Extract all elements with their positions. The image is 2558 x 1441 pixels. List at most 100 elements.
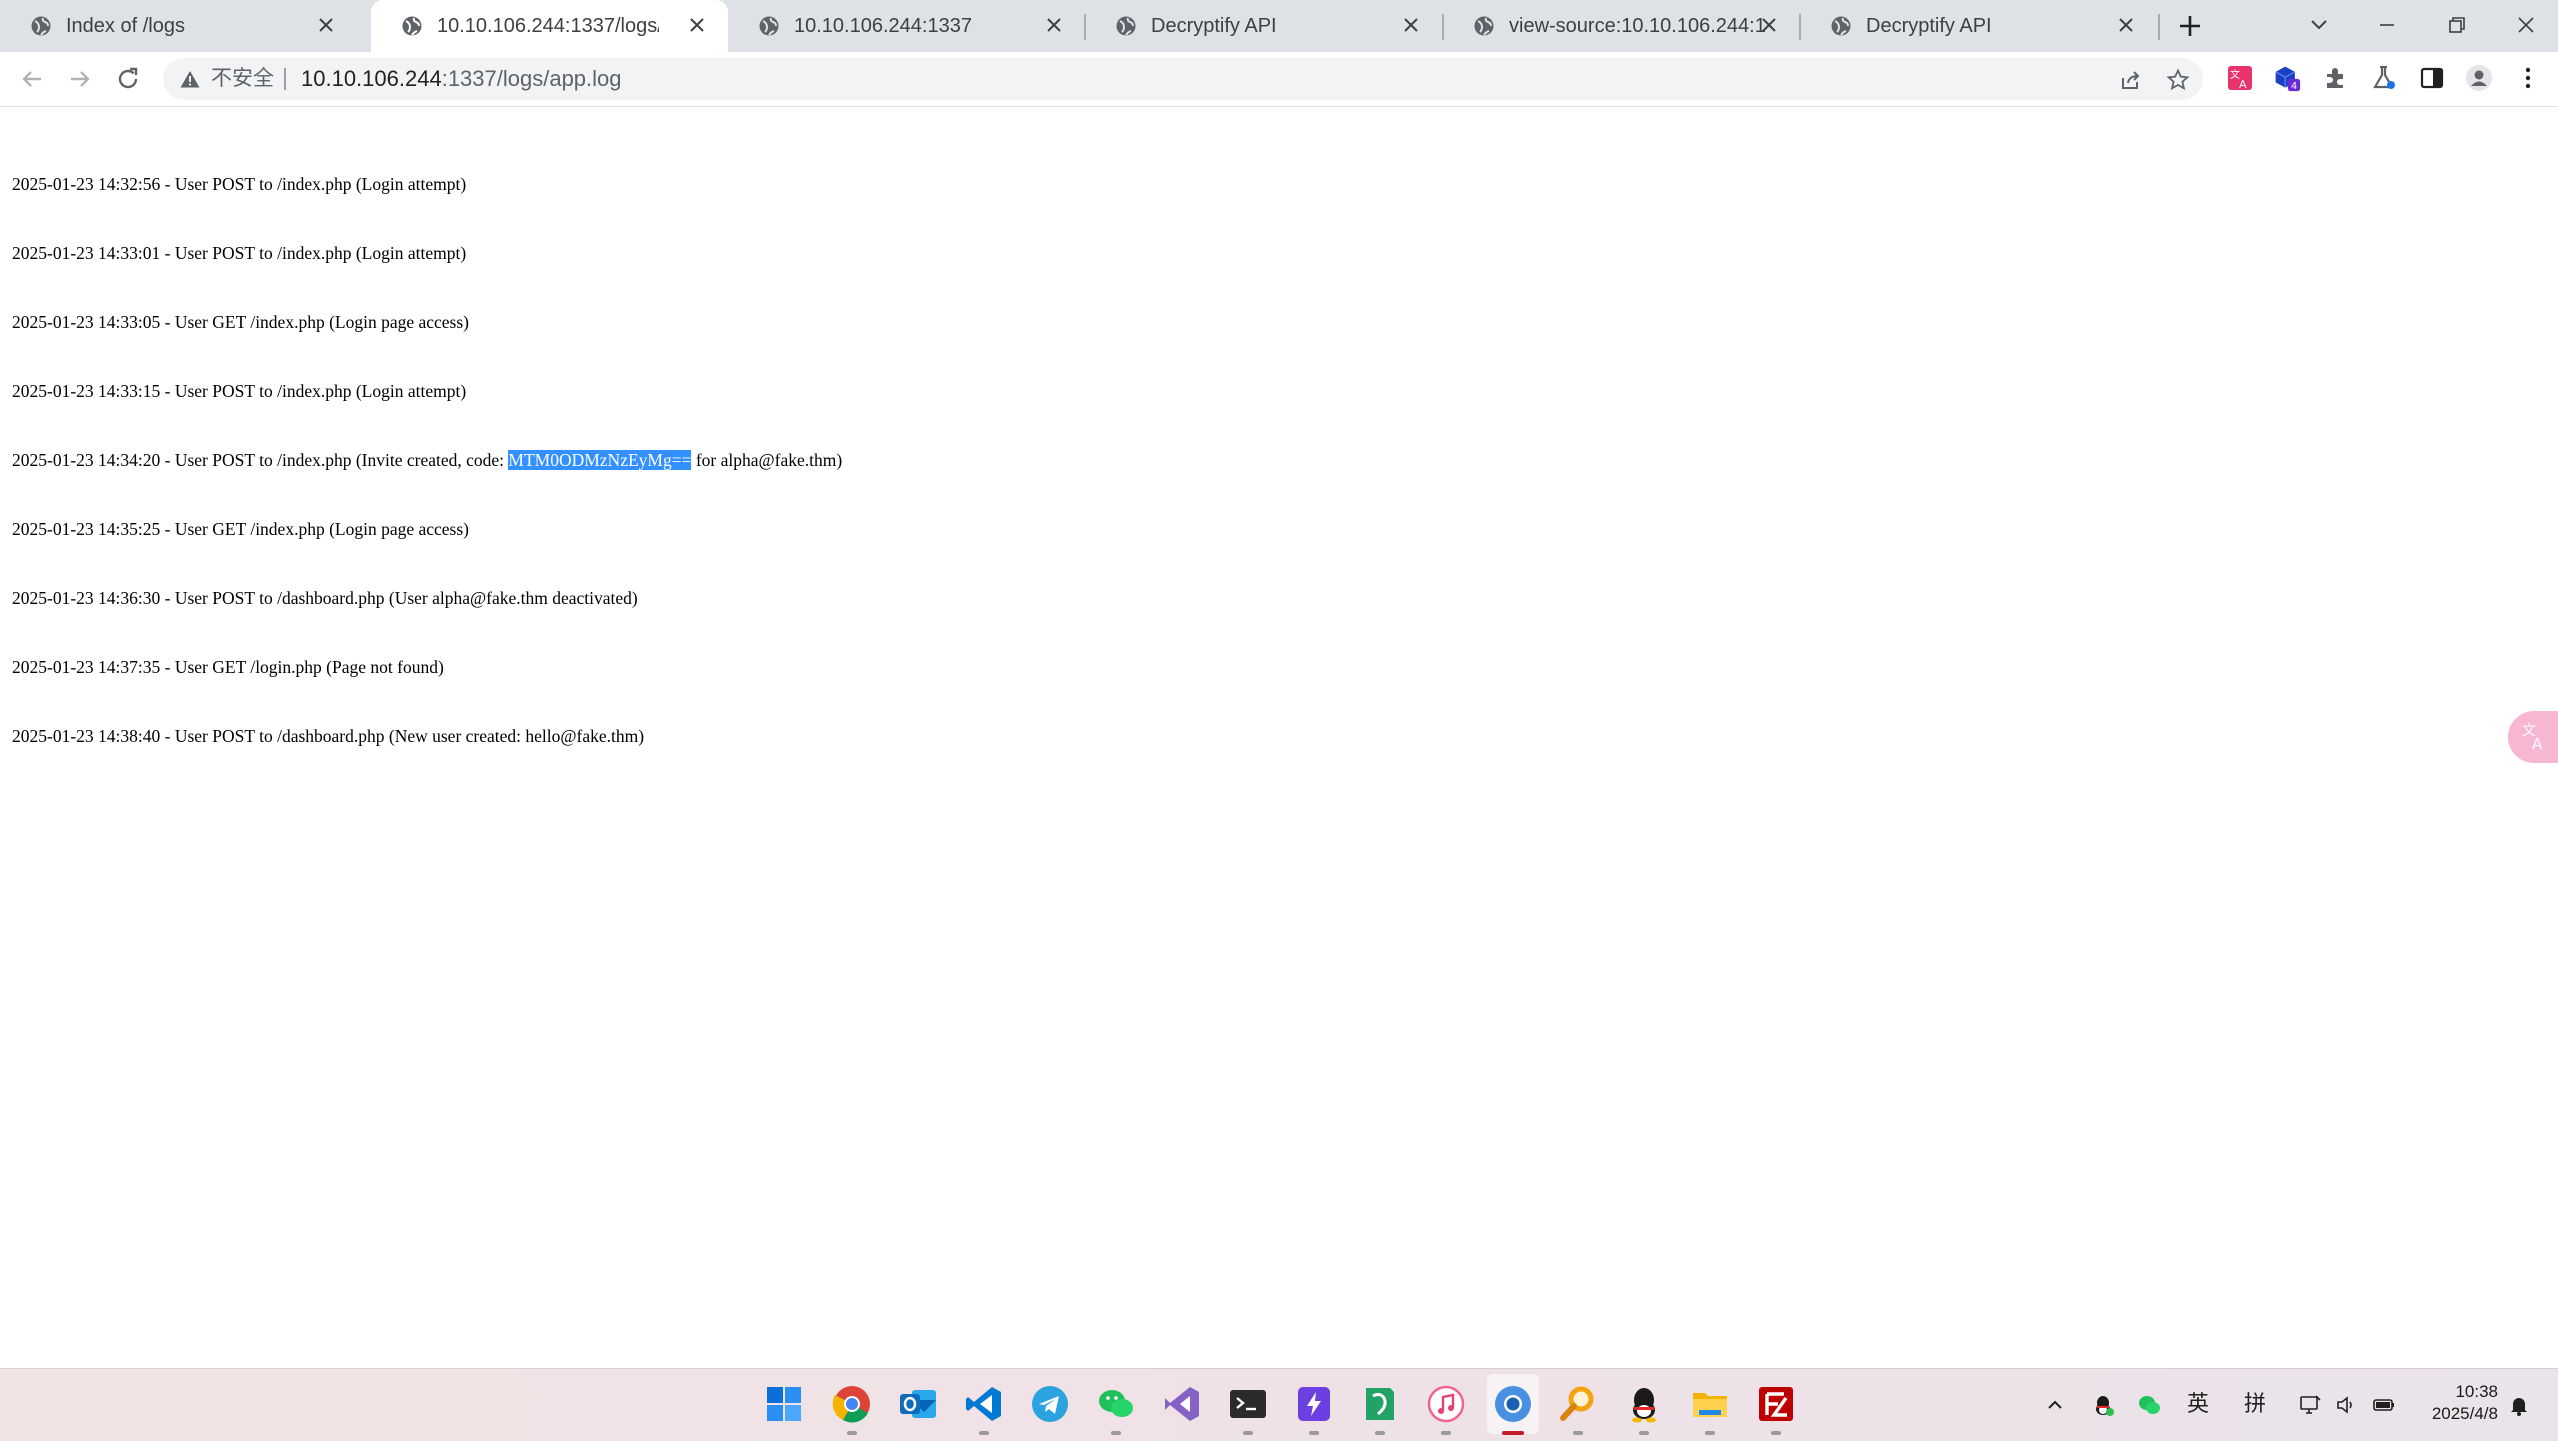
tab-app-log[interactable]: 10.10.106.244:1337/logs/app.log <box>371 0 728 52</box>
close-icon[interactable] <box>1400 14 1422 36</box>
running-indicator <box>1573 1431 1583 1435</box>
qq-tray-icon[interactable] <box>2091 1393 2115 1417</box>
magnifier-app-icon[interactable] <box>1558 1384 1598 1424</box>
notification-bell-icon[interactable] <box>2507 1393 2531 1417</box>
tab-title: view-source:10.10.106.244:1337 <box>1509 15 1767 37</box>
floating-translate-button[interactable]: 文 A <box>2508 711 2558 763</box>
translate-icon: 文 A <box>2522 723 2543 753</box>
forward-arrow-icon[interactable] <box>66 65 94 93</box>
network-icon[interactable] <box>2298 1393 2322 1417</box>
cube-extension-icon[interactable]: 4 <box>2273 64 2301 92</box>
back-arrow-icon[interactable] <box>18 65 46 93</box>
browser-toolbar: 不安全 10.10.106.244:1337/logs/app.log <box>0 52 2558 107</box>
ime-language-indicator[interactable]: 英 <box>2187 1391 2209 1417</box>
windows-taskbar: 英 拼 10:38 2025/4/8 <box>0 1368 2558 1441</box>
system-clock[interactable]: 10:38 2025/4/8 <box>2432 1381 2498 1425</box>
tab-title: 10.10.106.244:1337/logs/app.log <box>437 15 659 37</box>
close-icon[interactable] <box>315 14 337 36</box>
restore-icon[interactable] <box>2442 10 2472 40</box>
tray-overflow-chevron-icon[interactable] <box>2043 1393 2067 1417</box>
outlook-icon[interactable] <box>898 1384 938 1424</box>
flask-extension-icon[interactable] <box>2370 64 2398 92</box>
log-text-after-selection: for alpha@fake.thm) <box>691 450 843 470</box>
close-icon[interactable] <box>686 14 708 36</box>
share-icon[interactable] <box>2119 68 2143 92</box>
log-line-invite: 2025-01-23 14:34:20 - User POST to /inde… <box>12 449 842 472</box>
itunes-icon[interactable] <box>1426 1384 1466 1424</box>
qq-penguin-icon[interactable] <box>1624 1384 1664 1424</box>
profile-avatar-icon[interactable] <box>2465 64 2493 92</box>
tab-decryptify-api[interactable]: Decryptify API <box>1085 0 1442 52</box>
log-line: 2025-01-23 14:35:25 - User GET /index.ph… <box>12 519 469 539</box>
svg-text:A: A <box>2239 78 2247 91</box>
running-indicator <box>1639 1431 1649 1435</box>
windows-start-icon[interactable] <box>764 1384 804 1424</box>
tab-title: Decryptify API <box>1866 15 1992 37</box>
log-line: 2025-01-23 14:36:30 - User POST to /dash… <box>12 588 638 608</box>
chrome-icon[interactable] <box>832 1384 872 1424</box>
tab-separator <box>2158 14 2160 40</box>
globe-icon <box>1116 16 1136 36</box>
clock-time: 10:38 <box>2455 1382 2498 1401</box>
wechat-tray-icon[interactable] <box>2137 1393 2161 1417</box>
log-line: 2025-01-23 14:38:40 - User POST to /dash… <box>12 726 645 746</box>
tab-decryptify-api-2[interactable]: Decryptify API <box>1800 0 2157 52</box>
tab-title: Index of /logs <box>66 15 185 37</box>
running-indicator <box>1441 1431 1451 1435</box>
security-label[interactable]: 不安全 <box>211 66 274 92</box>
side-panel-icon[interactable] <box>2418 64 2446 92</box>
bookmark-star-icon[interactable] <box>2166 68 2190 92</box>
chrome-active-icon[interactable] <box>1493 1384 1533 1424</box>
tab-title: Decryptify API <box>1151 15 1277 37</box>
more-menu-icon[interactable] <box>2514 64 2542 92</box>
puzzle-extensions-icon[interactable] <box>2322 64 2350 92</box>
wechat-icon[interactable] <box>1096 1384 1136 1424</box>
tab-search-chevron-icon[interactable] <box>2304 10 2334 40</box>
close-icon[interactable] <box>1758 14 1780 36</box>
tab-title: 10.10.106.244:1337 <box>794 15 972 37</box>
close-icon[interactable] <box>1043 14 1065 36</box>
tab-view-source[interactable]: view-source:10.10.106.244:1337 <box>1443 0 1800 52</box>
telegram-icon[interactable] <box>1030 1384 1070 1424</box>
green-notes-icon[interactable] <box>1360 1384 1400 1424</box>
log-line: 2025-01-23 14:33:05 - User GET /index.ph… <box>12 312 469 332</box>
globe-icon <box>1831 16 1851 36</box>
selected-invite-code[interactable]: MTM0ODMzNzEyMg== <box>508 450 692 470</box>
omnibox-divider <box>284 68 286 90</box>
globe-icon <box>759 16 779 36</box>
log-text-before-selection: 2025-01-23 14:34:20 - User POST to /inde… <box>12 450 509 470</box>
url-host: 10.10.106.244 <box>301 66 442 91</box>
terminal-icon[interactable] <box>1228 1384 1268 1424</box>
url-path: :1337/logs/app.log <box>441 66 622 91</box>
tab-host-root[interactable]: 10.10.106.244:1337 <box>728 0 1085 52</box>
minimize-icon[interactable] <box>2372 10 2402 40</box>
active-indicator <box>1502 1431 1524 1435</box>
window-close-icon[interactable] <box>2511 10 2541 40</box>
globe-icon <box>31 16 51 36</box>
volume-icon[interactable] <box>2335 1393 2359 1417</box>
running-indicator <box>979 1431 989 1435</box>
new-tab-plus-icon[interactable] <box>2176 12 2204 40</box>
visual-studio-icon[interactable] <box>1162 1384 1202 1424</box>
running-indicator <box>1309 1431 1319 1435</box>
url-text[interactable]: 10.10.106.244:1337/logs/app.log <box>301 66 622 92</box>
globe-icon <box>1474 16 1494 36</box>
vscode-icon[interactable] <box>964 1384 1004 1424</box>
battery-icon[interactable] <box>2372 1393 2396 1417</box>
not-secure-warning-icon[interactable] <box>179 69 201 89</box>
file-explorer-icon[interactable] <box>1690 1384 1730 1424</box>
close-icon[interactable] <box>2115 14 2137 36</box>
svg-text:A: A <box>2532 735 2543 753</box>
lightning-app-icon[interactable] <box>1294 1384 1334 1424</box>
tab-index-of-logs[interactable]: Index of /logs <box>0 0 357 52</box>
reload-icon[interactable] <box>114 65 142 93</box>
address-bar[interactable]: 不安全 10.10.106.244:1337/logs/app.log <box>163 58 2203 100</box>
running-indicator <box>1375 1431 1385 1435</box>
filezilla-icon[interactable] <box>1756 1384 1796 1424</box>
translate-extension-icon[interactable]: 文 A <box>2226 64 2254 92</box>
tab-strip: Index of /logs 10.10.106.244:1337/logs/a… <box>0 0 2558 52</box>
running-indicator <box>1705 1431 1715 1435</box>
globe-icon <box>402 16 422 36</box>
clock-date: 2025/4/8 <box>2431 1404 2498 1423</box>
ime-mode-indicator[interactable]: 拼 <box>2244 1391 2266 1417</box>
